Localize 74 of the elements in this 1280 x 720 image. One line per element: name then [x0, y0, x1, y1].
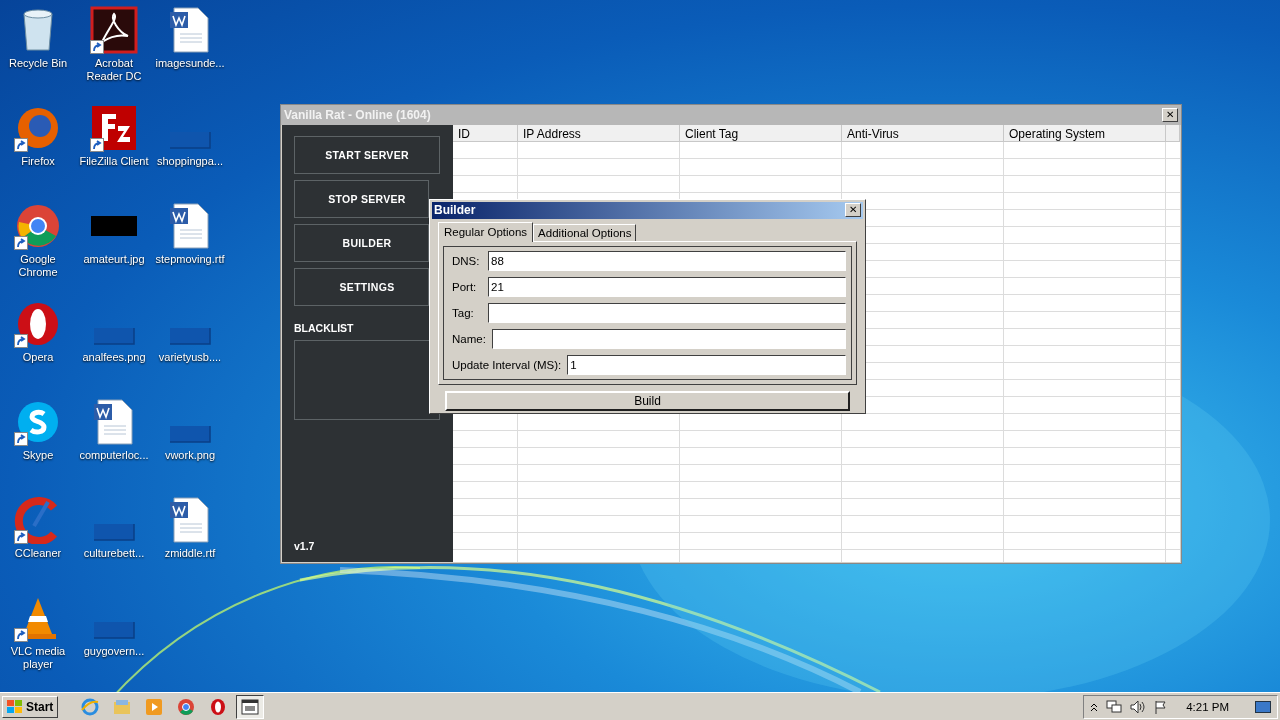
icon-label: Firefox	[20, 155, 56, 168]
tab[interactable]: Regular Options	[438, 221, 534, 242]
sidebar-button[interactable]: BUILDER	[294, 224, 429, 262]
flag-icon[interactable]	[1154, 699, 1169, 714]
column-header[interactable]: IP Address	[518, 125, 680, 142]
shortcut-arrow-icon	[14, 530, 28, 544]
field-label: Tag:	[452, 306, 475, 319]
show-desktop-icon[interactable]	[1255, 700, 1271, 713]
taskbar-button[interactable]	[236, 694, 265, 719]
sidebar-button[interactable]: STOP SERVER	[294, 180, 429, 218]
shortcut-arrow-icon	[90, 40, 104, 54]
shortcut-arrow-icon	[14, 628, 28, 642]
icon-label: VLC media player	[9, 645, 67, 671]
icon-label: Google Chrome	[17, 253, 59, 279]
network-icon[interactable]	[1106, 699, 1123, 714]
input-field[interactable]: 21	[488, 276, 846, 297]
chevron-up-icon[interactable]	[1090, 701, 1099, 712]
icon-label: stepmoving.rtf	[154, 253, 226, 266]
icon-label: shoppingpa...	[155, 155, 225, 168]
icon-label: Opera	[21, 351, 55, 364]
column-header[interactable]: Operating System	[1004, 125, 1166, 142]
icon-label: FileZilla Client	[78, 155, 150, 168]
icon-label: imagesunde...	[154, 57, 226, 70]
input-field[interactable]: 88	[488, 250, 846, 271]
field-label: Update Interval (MS):	[452, 358, 562, 371]
window-title: Vanilla Rat - Online (1604)	[284, 108, 431, 122]
window-icon	[241, 697, 260, 716]
icon-label: varietyusb....	[157, 351, 223, 364]
close-button[interactable]: ✕	[845, 203, 861, 218]
clock[interactable]: 4:21 PM	[1186, 700, 1229, 713]
chrome-icon[interactable]	[14, 202, 62, 250]
icon-label: amateurt.jpg	[82, 253, 146, 266]
chrome-icon	[177, 697, 196, 716]
shortcut-arrow-icon	[90, 138, 104, 152]
icon-label: CCleaner	[13, 547, 63, 560]
shortcut-arrow-icon	[14, 236, 28, 250]
icon-label: Recycle Bin	[7, 57, 69, 70]
input-field[interactable]: 1	[567, 354, 846, 375]
start-button[interactable]: Start	[2, 695, 59, 718]
filezilla-icon[interactable]	[90, 104, 138, 152]
icon-label: Acrobat Reader DC	[85, 57, 143, 83]
column-header[interactable]: Client Tag	[680, 125, 842, 142]
version-label: v1.7	[294, 540, 316, 552]
icon-label: zmiddle.rtf	[163, 547, 217, 560]
sidebar-button[interactable]: SETTINGS	[294, 268, 429, 306]
icon-label: vwork.png	[163, 449, 217, 462]
column-header[interactable]: Anti-Virus	[842, 125, 1004, 142]
shortcut-arrow-icon	[14, 334, 28, 348]
tab[interactable]: Additional Options	[533, 223, 637, 241]
icon-label: guygovern...	[82, 645, 146, 658]
build-button[interactable]: Build	[445, 390, 850, 411]
column-header[interactable]: ID	[453, 125, 518, 142]
browser-icon	[81, 697, 100, 716]
sidebar-button[interactable]: START SERVER	[294, 136, 440, 174]
dialog-title: Builder	[434, 203, 476, 218]
icon-label: Skype	[21, 449, 55, 462]
icon-label: culturebett...	[82, 547, 146, 560]
shortcut-arrow-icon	[14, 138, 28, 152]
blacklist-label: BLACKLIST	[294, 322, 355, 334]
shortcut-arrow-icon	[14, 432, 28, 446]
field-label: Name:	[452, 332, 486, 345]
field-label: Port:	[452, 280, 478, 293]
windows-logo-icon	[7, 699, 23, 714]
input-field[interactable]	[488, 302, 846, 323]
media-player-icon	[145, 697, 164, 716]
opera-icon	[209, 697, 228, 716]
input-field[interactable]	[491, 328, 846, 349]
folder-icon	[113, 698, 132, 715]
acrobat-icon[interactable]	[90, 6, 138, 54]
field-label: DNS:	[452, 254, 481, 267]
icon-label: computerloc...	[78, 449, 150, 462]
close-button[interactable]: ✕	[1162, 108, 1178, 122]
icon-label: analfees.png	[81, 351, 147, 364]
speaker-icon[interactable]	[1130, 699, 1147, 714]
